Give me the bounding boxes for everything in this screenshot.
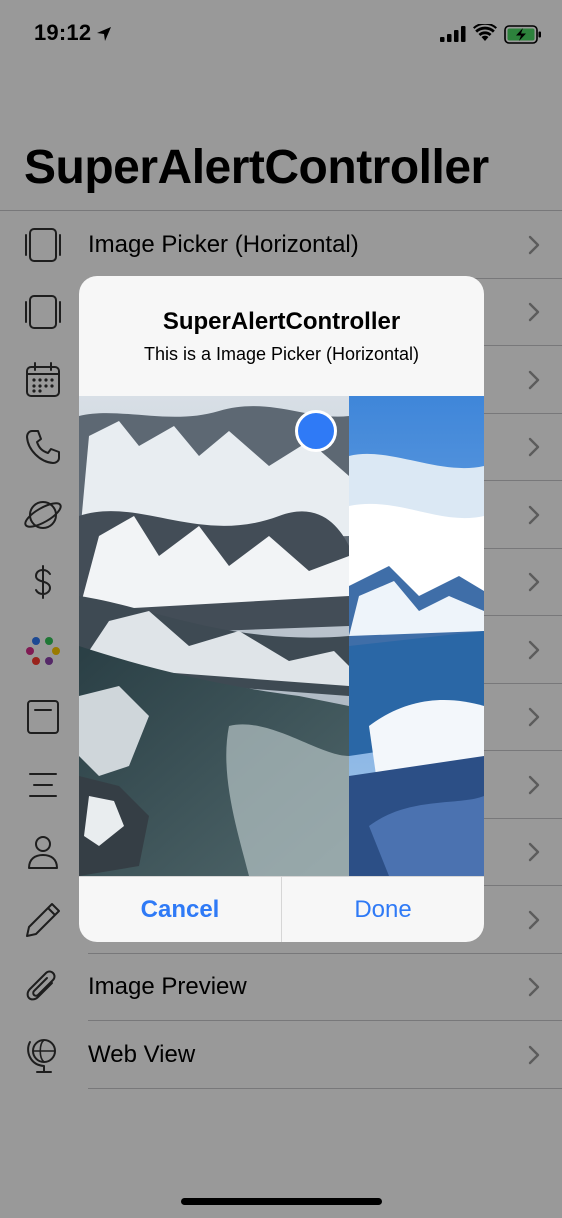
alert-title: SuperAlertController	[162, 308, 401, 335]
alert-message: This is a Image Picker (Horizontal)	[143, 344, 420, 364]
done-button[interactable]: Done	[282, 877, 484, 942]
alert-actions: Cancel Done	[79, 876, 484, 942]
picker-image-mountains[interactable]	[79, 396, 349, 876]
image-picker-scroll[interactable]	[79, 396, 484, 876]
selected-indicator-icon[interactable]	[295, 410, 337, 452]
picker-image-glacier[interactable]	[349, 396, 484, 876]
cancel-button[interactable]: Cancel	[79, 877, 282, 942]
alert-dialog: SuperAlertController This is a Image Pic…	[79, 276, 484, 942]
